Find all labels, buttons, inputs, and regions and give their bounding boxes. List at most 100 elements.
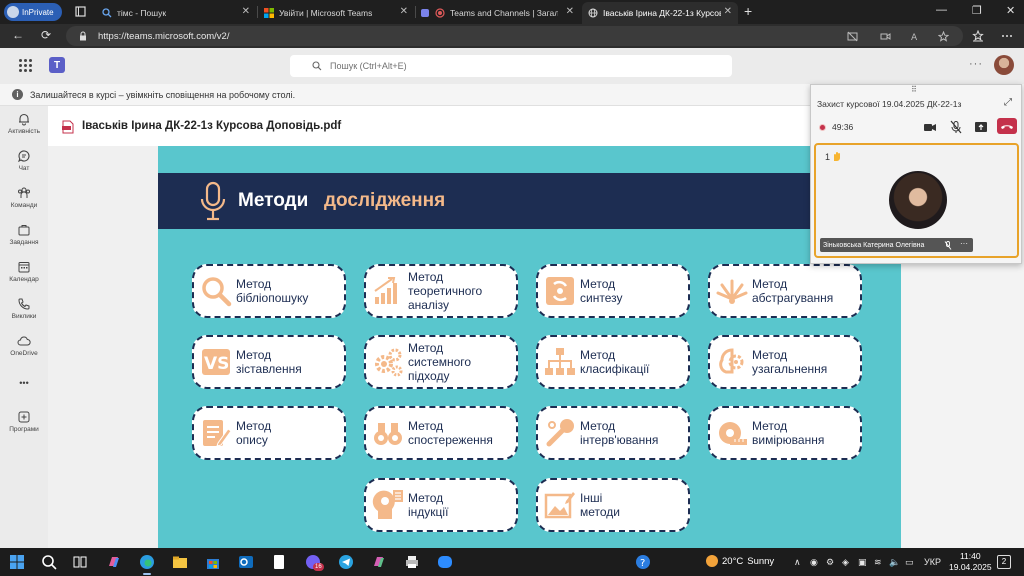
tray-overflow-icon[interactable]: ∧	[794, 557, 801, 568]
task-view-icon[interactable]	[72, 554, 88, 570]
close-tab-icon[interactable]: ✕	[724, 6, 732, 17]
zoom-icon[interactable]	[437, 554, 453, 570]
tray-app3-icon[interactable]: ◈	[842, 557, 849, 568]
meeting-popout[interactable]: ⠿ Захист курсової 19.04.2025 ДК-22-1з ⤢ …	[810, 84, 1022, 264]
tab-pdf-active[interactable]: Іваськів Ірина ДК-22-1з Курсова ✕	[582, 2, 738, 24]
method-card: Метод інтерв'ювання	[536, 406, 690, 460]
inprivate-badge[interactable]: InPrivate	[4, 3, 62, 21]
microsoft-store-icon[interactable]	[205, 554, 221, 570]
tab-actions-icon[interactable]	[75, 6, 86, 17]
tab-teams-channels[interactable]: Teams and Channels | Загал ✕	[416, 2, 580, 24]
windows-start-icon[interactable]	[9, 554, 25, 570]
rail-item-activity[interactable]: Активність	[0, 112, 48, 148]
app-launcher-icon[interactable]	[19, 59, 32, 72]
outlook-icon[interactable]	[238, 554, 254, 570]
pdf-canvas[interactable]: Методи дослідження Метод бібліопошуку Мет…	[48, 146, 901, 548]
user-avatar[interactable]	[994, 55, 1014, 75]
method-label-line2: зіставлення	[236, 362, 302, 376]
system-clock[interactable]: 11:40 19.04.2025	[949, 551, 992, 573]
favorite-star-icon[interactable]	[938, 31, 949, 42]
search-icon	[312, 61, 322, 71]
share-screen-icon[interactable]	[974, 120, 988, 134]
taskbar-search-icon[interactable]	[41, 554, 57, 570]
notepad-icon[interactable]	[271, 554, 287, 570]
camera-icon[interactable]	[923, 120, 937, 134]
file-viewer: Іваськів Ірина ДК-22-1з Курсова Доповідь…	[48, 106, 901, 548]
method-label-line1: Метод	[752, 419, 788, 433]
rail-item-assignments[interactable]: Завдання	[0, 223, 48, 259]
tab-search[interactable]: тімс - Пошук ✕	[96, 2, 256, 24]
rail-more-button[interactable]: •••	[0, 378, 48, 392]
file-explorer-icon[interactable]	[172, 554, 188, 570]
rail-label: Активність	[8, 128, 40, 135]
printer-icon[interactable]	[404, 554, 420, 570]
more-menu-icon[interactable]	[1001, 30, 1013, 42]
synthesis-icon	[546, 277, 574, 305]
rail-item-onedrive[interactable]: OneDrive	[0, 334, 48, 370]
expand-icon[interactable]: ⤢	[1004, 97, 1012, 108]
battery-icon[interactable]: ▭	[905, 557, 914, 568]
abstraction-rays-icon	[716, 279, 748, 304]
favorites-bar-icon[interactable]	[972, 30, 984, 42]
slide-title-accent: дослідження	[324, 190, 446, 211]
svg-text:VS: VS	[204, 354, 229, 374]
method-label-line1: Метод	[236, 348, 272, 362]
maximize-icon[interactable]: ❐	[972, 4, 982, 17]
drag-handle-icon[interactable]: ⠿	[911, 85, 917, 94]
teams-logo-icon: T	[49, 57, 65, 73]
method-card: Метод системного підходу	[364, 335, 518, 389]
wifi-icon[interactable]: ≋	[874, 557, 882, 568]
versus-icon: VS	[202, 349, 230, 375]
rail-item-chat[interactable]: Чат	[0, 149, 48, 185]
hang-up-button[interactable]	[997, 118, 1017, 134]
tray-app-icon[interactable]: ◉	[810, 557, 818, 568]
edge-browser-icon[interactable]	[139, 554, 155, 570]
tray-app4-icon[interactable]: ▣	[858, 557, 867, 568]
rail-item-calls[interactable]: Виклики	[0, 297, 48, 333]
volume-icon[interactable]: 🔈	[889, 557, 900, 568]
new-tab-button[interactable]: +	[744, 3, 752, 19]
tab-title: тімс - Пошук	[117, 8, 167, 18]
close-tab-icon[interactable]: ✕	[566, 6, 574, 17]
rail-label: Команди	[10, 202, 38, 209]
participant-more-icon[interactable]: ···	[960, 239, 968, 248]
address-bar[interactable]: https://teams.microsoft.com/v2/	[66, 26, 963, 46]
close-window-icon[interactable]: ✕	[1006, 4, 1015, 17]
rail-item-calendar[interactable]: Календар	[0, 260, 48, 296]
tab-teams-login[interactable]: Увійти | Microsoft Teams ✕	[258, 2, 414, 24]
weather-temperature: 20°C	[722, 555, 744, 567]
mic-muted-icon[interactable]	[949, 120, 963, 134]
binoculars-icon	[374, 423, 402, 445]
telegram-icon[interactable]	[338, 554, 354, 570]
rail-label: Виклики	[11, 313, 37, 320]
teams-search-input[interactable]: Пошук (Ctrl+Alt+E)	[290, 55, 732, 77]
method-label-line2: системного	[408, 355, 472, 369]
clock-time: 11:40	[959, 551, 981, 561]
input-language[interactable]: УКР	[924, 557, 941, 567]
clock-date: 19.04.2025	[949, 562, 992, 572]
refresh-icon[interactable]: ⟳	[41, 28, 51, 42]
weather-widget[interactable]: 20°C Sunny	[706, 555, 774, 567]
notifications-button[interactable]: 2	[997, 555, 1011, 569]
back-icon[interactable]: ←	[12, 28, 24, 42]
info-icon: i	[12, 89, 23, 100]
close-tab-icon[interactable]: ✕	[400, 6, 408, 17]
rail-item-teams[interactable]: Команди	[0, 186, 48, 222]
copilot-icon[interactable]	[106, 554, 122, 570]
rail-item-apps[interactable]: Програми	[0, 410, 48, 446]
file-header: Іваськів Ірина ДК-22-1з Курсова Доповідь…	[48, 106, 810, 146]
participant-video[interactable]: 1 Зіньковська Катерина Олегівна ···	[814, 143, 1019, 258]
lock-icon	[80, 31, 86, 41]
copilot-preview-icon[interactable]	[371, 554, 387, 570]
microphone-icon	[200, 181, 226, 221]
tray-app2-icon[interactable]: ⚙	[826, 557, 834, 568]
close-tab-icon[interactable]: ✕	[242, 6, 250, 17]
address-toolbar: ← ⟳ https://teams.microsoft.com/v2/ A	[0, 24, 1024, 48]
settings-more-icon[interactable]: ···	[969, 58, 983, 70]
raised-hand-count: 1	[825, 151, 831, 162]
camera-permission-icon[interactable]	[880, 31, 891, 42]
minimize-icon[interactable]: —	[936, 4, 947, 16]
help-icon[interactable]: ?	[635, 554, 651, 570]
tracking-prevention-icon[interactable]	[847, 31, 858, 42]
read-aloud-icon[interactable]: A	[911, 31, 922, 42]
